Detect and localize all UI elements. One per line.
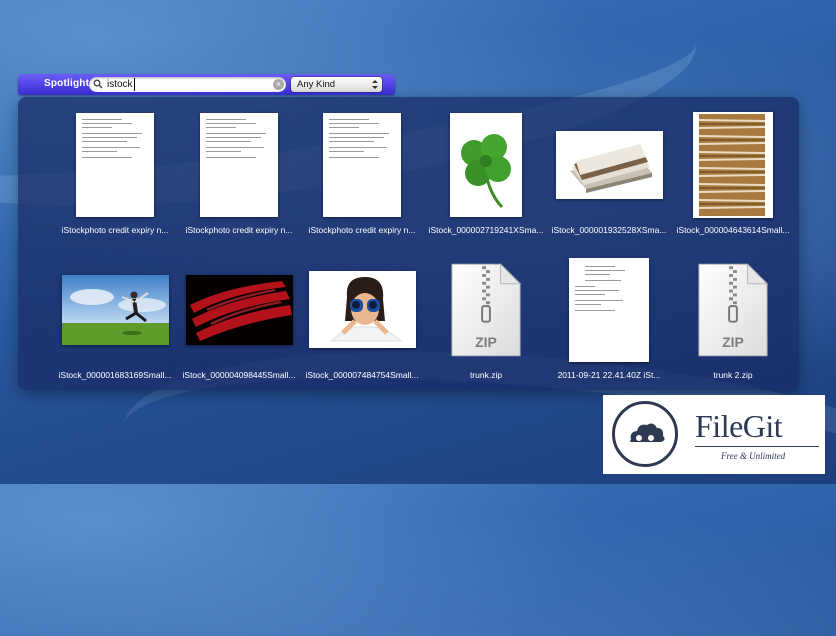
- result-item[interactable]: iStockphoto credit expiry n...: [179, 107, 299, 247]
- red-seats-photo-thumbnail: [179, 252, 299, 367]
- spotlight-label: Spotlight: [44, 78, 90, 89]
- clover-image: [450, 112, 522, 217]
- result-caption: iStock_000001683169Small...: [58, 370, 172, 380]
- document-thumbnail: [55, 107, 175, 222]
- result-item[interactable]: iStock_000001932528XSma...: [549, 107, 669, 247]
- document-thumbnail: [179, 107, 299, 222]
- papers-image: [555, 130, 663, 199]
- result-caption: iStock_000001932528XSma...: [551, 225, 667, 235]
- result-item[interactable]: iStockphoto credit expiry n...: [55, 107, 175, 247]
- filegit-tagline: Free & Unlimited: [721, 451, 786, 461]
- result-caption: iStock_000007484754Small...: [305, 370, 419, 380]
- document-thumbnail: [302, 107, 422, 222]
- binoculars-photo-thumbnail: [302, 252, 422, 367]
- zip-badge: ZIP: [722, 334, 744, 350]
- kind-dropdown[interactable]: Any Kind: [291, 77, 382, 92]
- jumping-man-photo-thumbnail: [55, 252, 175, 367]
- zip-file-thumbnail: ZIP: [426, 252, 546, 367]
- result-caption: iStockphoto credit expiry n...: [185, 225, 293, 235]
- result-item[interactable]: iStock_000002719241XSma...: [426, 107, 546, 247]
- result-item[interactable]: iStock_000007484754Small...: [302, 252, 422, 392]
- clover-photo-thumbnail: [426, 107, 546, 222]
- result-caption: iStock_000002719241XSma...: [428, 225, 544, 235]
- up-down-chevron-icon: [372, 80, 378, 89]
- cloud-logo-icon: [612, 401, 678, 467]
- papers-photo-thumbnail: [549, 107, 669, 222]
- binoculars-girl-image: [308, 271, 416, 348]
- result-item[interactable]: ZIP trunk.zip: [426, 252, 546, 392]
- jumping-man-image: [61, 274, 169, 345]
- result-item[interactable]: 2011-09-21 22.41.40Z iSt...: [549, 252, 669, 392]
- stack-photo-thumbnail: [673, 107, 793, 222]
- result-caption: trunk.zip: [469, 370, 503, 380]
- spotlight-bar: Spotlight istock × Any Kind: [18, 74, 395, 95]
- result-caption: trunk 2.zip: [713, 370, 753, 380]
- zip-file-thumbnail: ZIP: [673, 252, 793, 367]
- red-seats-image: [185, 274, 293, 345]
- result-caption: iStockphoto credit expiry n...: [308, 225, 416, 235]
- result-caption: iStock_000004098445Small...: [182, 370, 296, 380]
- kind-dropdown-value: Any Kind: [297, 79, 336, 90]
- filegit-name: FileGit: [695, 408, 783, 444]
- search-input-value: istock: [107, 78, 135, 91]
- search-icon: [93, 79, 103, 89]
- document-thumbnail: [549, 252, 669, 367]
- search-input[interactable]: istock ×: [89, 77, 286, 92]
- filegit-watermark: FileGit Free & Unlimited: [603, 395, 825, 474]
- result-item[interactable]: iStock_000004098445Small...: [179, 252, 299, 392]
- result-item[interactable]: iStock_000001683169Small...: [55, 252, 175, 392]
- result-caption: iStockphoto credit expiry n...: [61, 225, 169, 235]
- zip-badge: ZIP: [475, 334, 497, 350]
- results-panel: iStockphoto credit expiry n... iStockpho…: [18, 97, 799, 390]
- result-caption: iStock_000004643614Small...: [676, 225, 790, 235]
- paper-stack-image: [693, 111, 773, 218]
- result-item[interactable]: ZIP trunk 2.zip: [673, 252, 793, 392]
- result-caption: 2011-09-21 22.41.40Z iSt...: [557, 370, 661, 380]
- result-item[interactable]: iStockphoto credit expiry n...: [302, 107, 422, 247]
- clear-search-icon[interactable]: ×: [273, 79, 284, 90]
- divider: [695, 446, 819, 447]
- result-item[interactable]: iStock_000004643614Small...: [673, 107, 793, 247]
